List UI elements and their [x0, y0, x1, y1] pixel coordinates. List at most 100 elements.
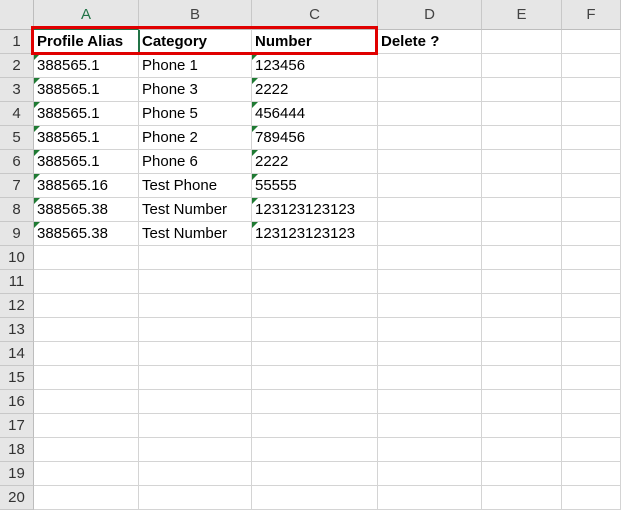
cell-a17[interactable]: [34, 414, 139, 438]
cell-f20[interactable]: [562, 486, 621, 510]
cell-d14[interactable]: [378, 342, 482, 366]
cell-c7[interactable]: 55555: [252, 174, 378, 198]
cell-f14[interactable]: [562, 342, 621, 366]
cell-e11[interactable]: [482, 270, 562, 294]
row-header-10[interactable]: 10: [0, 246, 34, 270]
cell-a16[interactable]: [34, 390, 139, 414]
cell-c11[interactable]: [252, 270, 378, 294]
cell-d3[interactable]: [378, 78, 482, 102]
cell-e8[interactable]: [482, 198, 562, 222]
cell-c10[interactable]: [252, 246, 378, 270]
cell-f2[interactable]: [562, 54, 621, 78]
cell-d6[interactable]: [378, 150, 482, 174]
column-header-b[interactable]: B: [139, 0, 252, 30]
cell-f19[interactable]: [562, 462, 621, 486]
cell-f15[interactable]: [562, 366, 621, 390]
cell-b17[interactable]: [139, 414, 252, 438]
cell-e19[interactable]: [482, 462, 562, 486]
cell-d4[interactable]: [378, 102, 482, 126]
cell-b1[interactable]: Category: [139, 30, 252, 54]
cell-f10[interactable]: [562, 246, 621, 270]
cell-a18[interactable]: [34, 438, 139, 462]
cell-a9[interactable]: 388565.38: [34, 222, 139, 246]
cell-e10[interactable]: [482, 246, 562, 270]
cell-b12[interactable]: [139, 294, 252, 318]
column-header-c[interactable]: C: [252, 0, 378, 30]
cell-b2[interactable]: Phone 1: [139, 54, 252, 78]
cell-d15[interactable]: [378, 366, 482, 390]
cell-b18[interactable]: [139, 438, 252, 462]
row-header-15[interactable]: 15: [0, 366, 34, 390]
cell-e20[interactable]: [482, 486, 562, 510]
cell-f4[interactable]: [562, 102, 621, 126]
cell-d13[interactable]: [378, 318, 482, 342]
cell-f13[interactable]: [562, 318, 621, 342]
cell-b4[interactable]: Phone 5: [139, 102, 252, 126]
cell-e16[interactable]: [482, 390, 562, 414]
cell-c8[interactable]: 123123123123: [252, 198, 378, 222]
cell-d16[interactable]: [378, 390, 482, 414]
cell-a7[interactable]: 388565.16: [34, 174, 139, 198]
cell-d17[interactable]: [378, 414, 482, 438]
cell-d18[interactable]: [378, 438, 482, 462]
row-header-19[interactable]: 19: [0, 462, 34, 486]
cell-b9[interactable]: Test Number: [139, 222, 252, 246]
cell-c2[interactable]: 123456: [252, 54, 378, 78]
row-header-18[interactable]: 18: [0, 438, 34, 462]
row-header-2[interactable]: 2: [0, 54, 34, 78]
cell-f12[interactable]: [562, 294, 621, 318]
cell-e5[interactable]: [482, 126, 562, 150]
cell-e3[interactable]: [482, 78, 562, 102]
cell-f11[interactable]: [562, 270, 621, 294]
row-header-8[interactable]: 8: [0, 198, 34, 222]
select-all-corner[interactable]: [0, 0, 34, 30]
cell-b15[interactable]: [139, 366, 252, 390]
cell-c18[interactable]: [252, 438, 378, 462]
cell-b13[interactable]: [139, 318, 252, 342]
cell-a10[interactable]: [34, 246, 139, 270]
cell-f7[interactable]: [562, 174, 621, 198]
row-header-20[interactable]: 20: [0, 486, 34, 510]
cell-a2[interactable]: 388565.1: [34, 54, 139, 78]
cell-a1[interactable]: Profile Alias: [34, 30, 139, 54]
cell-a3[interactable]: 388565.1: [34, 78, 139, 102]
cell-f1[interactable]: [562, 30, 621, 54]
row-header-4[interactable]: 4: [0, 102, 34, 126]
cell-b10[interactable]: [139, 246, 252, 270]
cell-a5[interactable]: 388565.1: [34, 126, 139, 150]
cell-c3[interactable]: 2222: [252, 78, 378, 102]
cell-b7[interactable]: Test Phone: [139, 174, 252, 198]
cell-f9[interactable]: [562, 222, 621, 246]
cell-e14[interactable]: [482, 342, 562, 366]
cell-b6[interactable]: Phone 6: [139, 150, 252, 174]
cell-f17[interactable]: [562, 414, 621, 438]
row-header-13[interactable]: 13: [0, 318, 34, 342]
row-header-12[interactable]: 12: [0, 294, 34, 318]
cell-a14[interactable]: [34, 342, 139, 366]
cell-e17[interactable]: [482, 414, 562, 438]
cell-e12[interactable]: [482, 294, 562, 318]
row-header-7[interactable]: 7: [0, 174, 34, 198]
cell-c20[interactable]: [252, 486, 378, 510]
cell-a6[interactable]: 388565.1: [34, 150, 139, 174]
cell-e7[interactable]: [482, 174, 562, 198]
row-header-17[interactable]: 17: [0, 414, 34, 438]
cell-e9[interactable]: [482, 222, 562, 246]
cell-e6[interactable]: [482, 150, 562, 174]
row-header-3[interactable]: 3: [0, 78, 34, 102]
cell-a4[interactable]: 388565.1: [34, 102, 139, 126]
cell-c19[interactable]: [252, 462, 378, 486]
cell-d19[interactable]: [378, 462, 482, 486]
cell-b16[interactable]: [139, 390, 252, 414]
cell-c16[interactable]: [252, 390, 378, 414]
row-header-16[interactable]: 16: [0, 390, 34, 414]
cell-b11[interactable]: [139, 270, 252, 294]
cell-c5[interactable]: 789456: [252, 126, 378, 150]
cell-d5[interactable]: [378, 126, 482, 150]
cell-d10[interactable]: [378, 246, 482, 270]
cell-c17[interactable]: [252, 414, 378, 438]
cell-d11[interactable]: [378, 270, 482, 294]
cell-e1[interactable]: [482, 30, 562, 54]
cell-e15[interactable]: [482, 366, 562, 390]
cell-b19[interactable]: [139, 462, 252, 486]
